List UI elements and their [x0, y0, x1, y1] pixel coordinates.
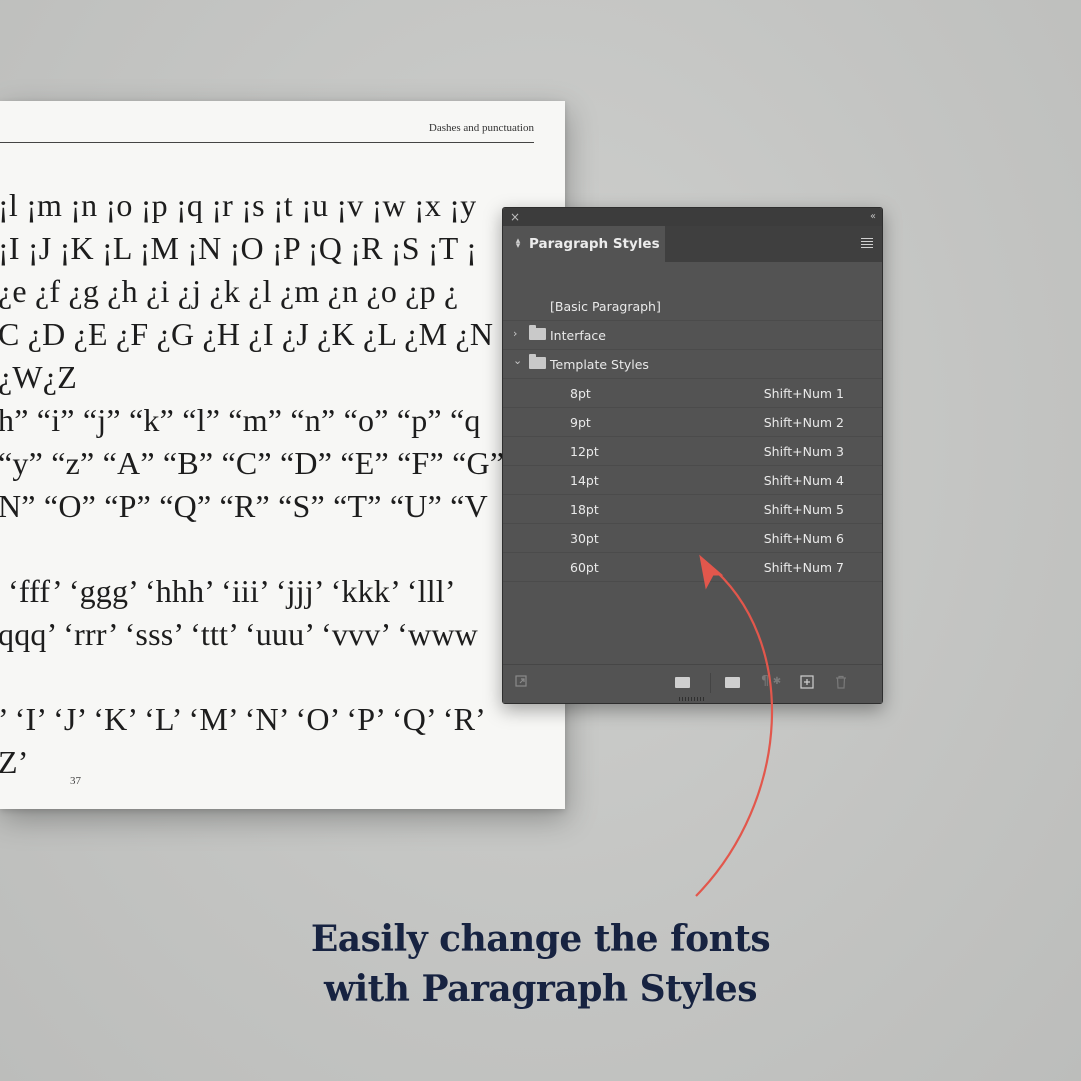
glyph-line: ¡l ¡m ¡n ¡o ¡p ¡q ¡r ¡s ¡t ¡u ¡v ¡w ¡x ¡…: [0, 187, 477, 223]
glyph-line: Z’: [0, 744, 29, 780]
folder-icon: [529, 325, 546, 340]
style-group-interface[interactable]: › Interface: [503, 321, 882, 350]
page-number: 37: [70, 775, 81, 787]
glyph-line: ¡I ¡J ¡K ¡L ¡M ¡N ¡O ¡P ¡Q ¡R ¡S ¡T ¡: [0, 230, 478, 266]
style-item[interactable]: 8pt Shift+Num 1: [503, 379, 882, 408]
style-shortcut: Shift+Num 4: [763, 473, 844, 488]
style-group-template-styles[interactable]: ⌄ Template Styles: [503, 350, 882, 379]
running-head: Dashes and punctuation: [428, 122, 534, 134]
new-group-icon[interactable]: [725, 675, 741, 689]
style-name: 30pt: [570, 531, 599, 546]
style-name: Template Styles: [550, 357, 649, 372]
style-name: Interface: [550, 328, 606, 343]
expand-toggle-icon[interactable]: ▴ ▾: [513, 237, 523, 251]
style-item-basic-paragraph[interactable]: [Basic Paragraph]: [503, 292, 882, 321]
style-name: 18pt: [570, 502, 599, 517]
caption-line-1: Easily change the fonts: [310, 918, 771, 960]
glyph-line: N” “O” “P” “Q” “R” “S” “T” “U” “V: [0, 488, 488, 524]
style-shortcut: Shift+Num 2: [763, 415, 844, 430]
style-item[interactable]: 30pt Shift+Num 6: [503, 524, 882, 553]
glyph-line: ¿W¿Z: [0, 359, 77, 395]
style-shortcut: Shift+Num 1: [763, 386, 844, 401]
glyph-line: h” “i” “j” “k” “l” “m” “n” “o” “p” “q: [0, 402, 481, 438]
style-name: 8pt: [570, 386, 591, 401]
style-name: [Basic Paragraph]: [550, 299, 661, 314]
style-shortcut: Shift+Num 6: [763, 531, 844, 546]
load-styles-icon[interactable]: [675, 675, 691, 689]
style-name: 14pt: [570, 473, 599, 488]
tab-label: Paragraph Styles: [529, 236, 660, 252]
style-override-icon[interactable]: [515, 675, 531, 689]
new-style-icon[interactable]: [799, 675, 815, 689]
glyph-line: “y” “z” “A” “B” “C” “D” “E” “F” “G”: [0, 445, 505, 481]
panel-tab-row: ▴ ▾ Paragraph Styles: [503, 226, 882, 262]
glyph-line: qqq’ ‘rrr’ ‘sss’ ‘ttt’ ‘uuu’ ‘vvv’ ‘www: [0, 616, 478, 652]
style-shortcut: Shift+Num 3: [763, 444, 844, 459]
glyph-line: ’ ‘I’ ‘J’ ‘K’ ‘L’ ‘M’ ‘N’ ‘O’ ‘P’ ‘Q’ ‘R…: [0, 701, 486, 737]
resize-grip[interactable]: [679, 697, 705, 701]
tab-paragraph-styles[interactable]: ▴ ▾ Paragraph Styles: [503, 226, 665, 262]
glyph-line: ‘fff’ ‘ggg’ ‘hhh’ ‘iii’ ‘jjj’ ‘kkk’ ‘lll…: [8, 573, 456, 609]
collapse-icon[interactable]: ‹‹: [870, 209, 876, 225]
panel-bottom-bar: ¶ ✱: [503, 664, 882, 703]
style-list: [Basic Paragraph] › Interface ⌄ Template…: [503, 292, 882, 582]
delete-icon[interactable]: [833, 675, 849, 689]
document-page: Dashes and punctuation ¡l ¡m ¡n ¡o ¡p ¡q…: [0, 101, 565, 809]
asterisk-icon: ✱: [772, 676, 782, 687]
style-item[interactable]: 18pt Shift+Num 5: [503, 495, 882, 524]
chevron-right-icon[interactable]: ›: [513, 327, 517, 340]
paragraph-styles-panel: × ‹‹ ▴ ▾ Paragraph Styles [Basic Paragrap…: [502, 207, 883, 704]
glyph-line: ¿e ¿f ¿g ¿h ¿i ¿j ¿k ¿l ¿m ¿n ¿o ¿p ¿: [0, 273, 459, 309]
folder-icon: [529, 354, 546, 369]
style-shortcut: Shift+Num 7: [763, 560, 844, 575]
style-item[interactable]: 14pt Shift+Num 4: [503, 466, 882, 495]
style-item[interactable]: 60pt Shift+Num 7: [503, 553, 882, 582]
panel-menu-icon[interactable]: [861, 238, 873, 248]
header-rule: [0, 142, 534, 143]
close-icon[interactable]: ×: [510, 209, 520, 225]
style-item[interactable]: 12pt Shift+Num 3: [503, 437, 882, 466]
style-shortcut: Shift+Num 5: [763, 502, 844, 517]
caption-line-2: with Paragraph Styles: [324, 968, 757, 1010]
glyph-line: C ¿D ¿E ¿F ¿G ¿H ¿I ¿J ¿K ¿L ¿M ¿N: [0, 316, 494, 352]
style-name: 9pt: [570, 415, 591, 430]
style-name: 60pt: [570, 560, 599, 575]
style-name: 12pt: [570, 444, 599, 459]
panel-title-bar[interactable]: × ‹‹: [503, 208, 882, 226]
style-item[interactable]: 9pt Shift+Num 2: [503, 408, 882, 437]
chevron-down-icon[interactable]: ⌄: [513, 354, 522, 367]
